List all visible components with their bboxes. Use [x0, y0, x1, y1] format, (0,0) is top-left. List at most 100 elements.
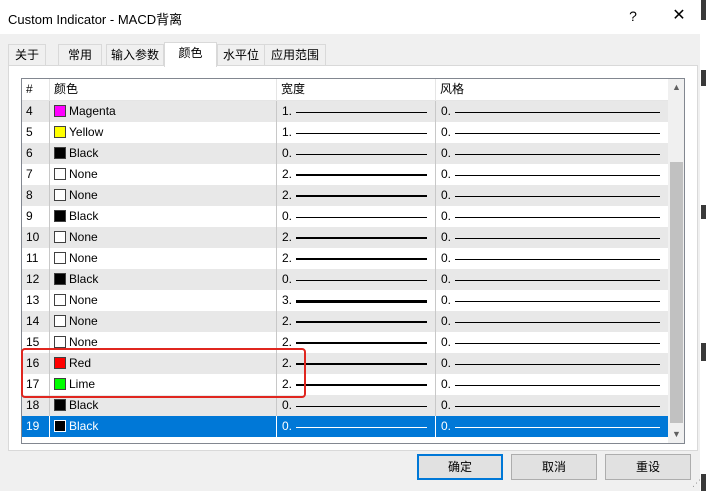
- header-num[interactable]: #: [22, 79, 50, 101]
- width-select[interactable]: 2.: [277, 374, 436, 395]
- width-select[interactable]: 0.: [277, 206, 436, 227]
- header-color[interactable]: 颜色: [50, 79, 277, 101]
- header-width[interactable]: 宽度: [277, 79, 436, 101]
- width-line-preview: [296, 320, 427, 323]
- style-select[interactable]: 0.: [436, 416, 668, 437]
- tab-levels[interactable]: 水平位: [217, 44, 265, 66]
- table-row[interactable]: 16 Red 2. 0.: [22, 353, 668, 374]
- width-select[interactable]: 2.: [277, 311, 436, 332]
- resize-grip-icon[interactable]: ⋰: [692, 478, 702, 488]
- table-row[interactable]: 14 None 2. 0.: [22, 311, 668, 332]
- color-select[interactable]: Lime: [50, 374, 277, 395]
- style-select[interactable]: 0.: [436, 122, 668, 143]
- style-value: 0.: [441, 335, 452, 349]
- style-select[interactable]: 0.: [436, 227, 668, 248]
- table-row[interactable]: 19 Black 0. 0.: [22, 416, 668, 437]
- color-select[interactable]: None: [50, 248, 277, 269]
- width-select[interactable]: 0.: [277, 143, 436, 164]
- width-select[interactable]: 2.: [277, 248, 436, 269]
- style-select[interactable]: 0.: [436, 374, 668, 395]
- width-select[interactable]: 3.: [277, 290, 436, 311]
- tab-visualization[interactable]: 应用范围: [264, 44, 326, 66]
- color-name: None: [69, 293, 98, 307]
- tab-inputs[interactable]: 输入参数: [106, 44, 164, 66]
- table-row[interactable]: 18 Black 0. 0.: [22, 395, 668, 416]
- width-line-preview: [296, 257, 427, 260]
- width-line-preview: [296, 173, 427, 176]
- style-line-preview: [455, 363, 660, 365]
- width-line-preview: [296, 194, 427, 197]
- scrollbar-thumb[interactable]: [670, 162, 683, 423]
- width-select[interactable]: 1.: [277, 122, 436, 143]
- color-select[interactable]: None: [50, 290, 277, 311]
- style-select[interactable]: 0.: [436, 164, 668, 185]
- width-select[interactable]: 2.: [277, 185, 436, 206]
- cancel-button[interactable]: 取消: [511, 454, 597, 480]
- close-button[interactable]: ✕: [668, 5, 690, 27]
- help-button[interactable]: ?: [623, 6, 643, 26]
- table-row[interactable]: 11 None 2. 0.: [22, 248, 668, 269]
- reset-button[interactable]: 重设: [605, 454, 691, 480]
- table-row[interactable]: 4 Magenta 1. 0.: [22, 101, 668, 122]
- width-select[interactable]: 0.: [277, 395, 436, 416]
- color-select[interactable]: Black: [50, 416, 277, 437]
- width-select[interactable]: 0.: [277, 416, 436, 437]
- row-number: 9: [22, 206, 50, 227]
- style-select[interactable]: 0.: [436, 185, 668, 206]
- color-select[interactable]: Red: [50, 353, 277, 374]
- ok-button[interactable]: 确定: [417, 454, 503, 480]
- color-select[interactable]: Black: [50, 269, 277, 290]
- style-select[interactable]: 0.: [436, 290, 668, 311]
- scroll-down-icon[interactable]: ▼: [668, 426, 684, 443]
- color-select[interactable]: None: [50, 185, 277, 206]
- color-select[interactable]: Black: [50, 395, 277, 416]
- style-select[interactable]: 0.: [436, 332, 668, 353]
- width-select[interactable]: 0.: [277, 269, 436, 290]
- tab-common[interactable]: 常用: [58, 44, 102, 66]
- color-select[interactable]: Black: [50, 143, 277, 164]
- style-select[interactable]: 0.: [436, 395, 668, 416]
- color-select[interactable]: None: [50, 227, 277, 248]
- style-select[interactable]: 0.: [436, 353, 668, 374]
- tab-about[interactable]: 关于: [8, 44, 46, 66]
- width-select[interactable]: 2.: [277, 332, 436, 353]
- table-row[interactable]: 17 Lime 2. 0.: [22, 374, 668, 395]
- width-select[interactable]: 2.: [277, 353, 436, 374]
- style-select[interactable]: 0.: [436, 269, 668, 290]
- tab-colors[interactable]: 颜色: [164, 42, 217, 67]
- color-swatch-icon: [54, 420, 66, 432]
- scroll-up-icon[interactable]: ▲: [668, 79, 684, 96]
- table-row[interactable]: 9 Black 0. 0.: [22, 206, 668, 227]
- style-select[interactable]: 0.: [436, 311, 668, 332]
- color-select[interactable]: None: [50, 164, 277, 185]
- style-select[interactable]: 0.: [436, 206, 668, 227]
- header-style[interactable]: 风格: [436, 79, 668, 101]
- row-number: 5: [22, 122, 50, 143]
- width-select[interactable]: 2.: [277, 164, 436, 185]
- table-row[interactable]: 7 None 2. 0.: [22, 164, 668, 185]
- style-value: 0.: [441, 230, 452, 244]
- style-select[interactable]: 0.: [436, 101, 668, 122]
- width-select[interactable]: 1.: [277, 101, 436, 122]
- color-select[interactable]: None: [50, 311, 277, 332]
- table-row[interactable]: 6 Black 0. 0.: [22, 143, 668, 164]
- color-select[interactable]: Magenta: [50, 101, 277, 122]
- colors-table[interactable]: # 颜色 宽度 风格 4 Magenta 1. 0. 5 Yellow 1. 0. 6 Black…: [21, 78, 685, 444]
- width-select[interactable]: 2.: [277, 227, 436, 248]
- table-row[interactable]: 5 Yellow 1. 0.: [22, 122, 668, 143]
- color-select[interactable]: None: [50, 332, 277, 353]
- style-select[interactable]: 0.: [436, 248, 668, 269]
- color-name: Black: [69, 209, 99, 223]
- table-row[interactable]: 13 None 3. 0.: [22, 290, 668, 311]
- color-select[interactable]: Yellow: [50, 122, 277, 143]
- width-line-preview: [296, 153, 427, 155]
- table-row[interactable]: 15 None 2. 0.: [22, 332, 668, 353]
- vertical-scrollbar[interactable]: ▲ ▼: [668, 79, 684, 443]
- color-name: Red: [69, 356, 92, 370]
- table-row[interactable]: 12 Black 0. 0.: [22, 269, 668, 290]
- table-row[interactable]: 10 None 2. 0.: [22, 227, 668, 248]
- color-select[interactable]: Black: [50, 206, 277, 227]
- width-value: 2.: [282, 251, 293, 265]
- table-row[interactable]: 8 None 2. 0.: [22, 185, 668, 206]
- style-select[interactable]: 0.: [436, 143, 668, 164]
